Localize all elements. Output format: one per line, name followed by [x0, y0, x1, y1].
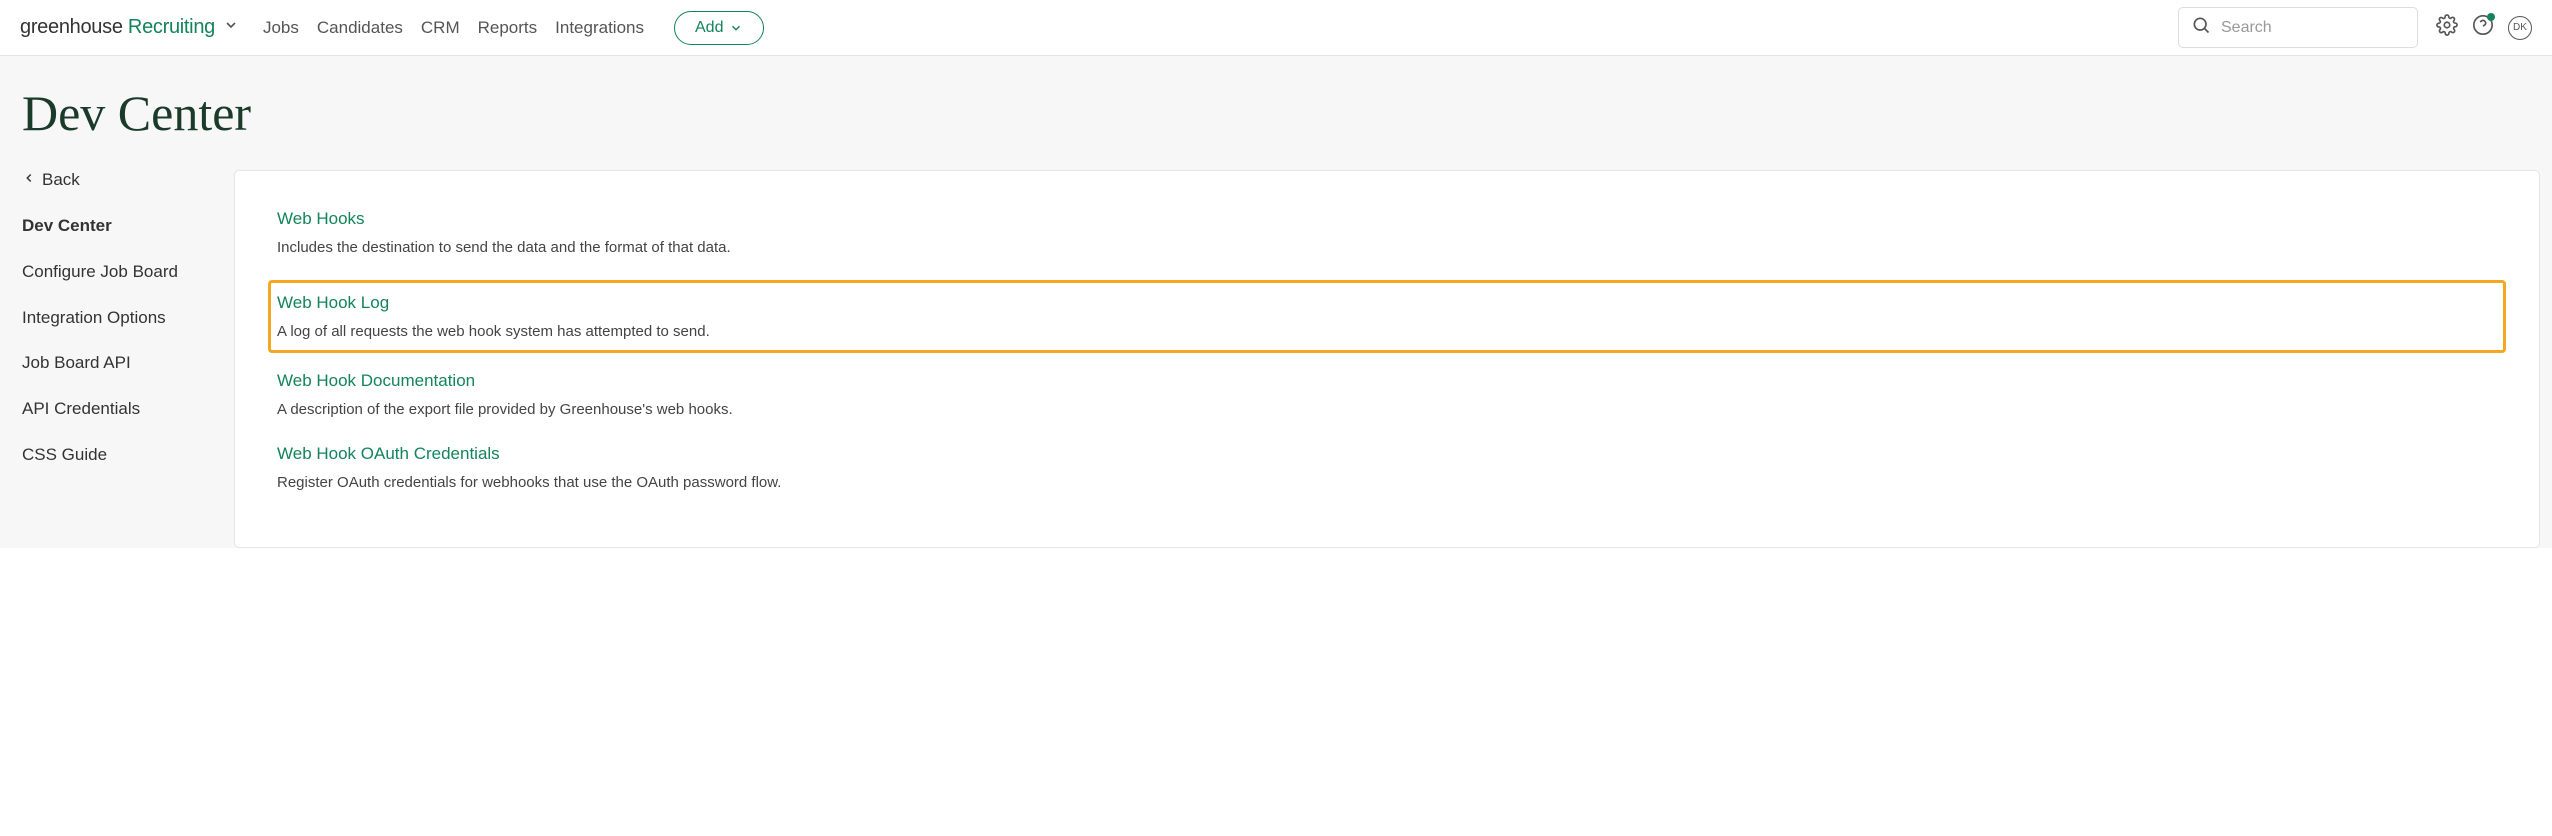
add-button-label: Add: [695, 19, 723, 37]
main-content: Web Hooks Includes the destination to se…: [234, 170, 2540, 548]
link-web-hook-documentation[interactable]: Web Hook Documentation: [277, 371, 475, 391]
sidebar-item-dev-center[interactable]: Dev Center: [22, 214, 222, 238]
section-web-hook-documentation: Web Hook Documentation A description of …: [277, 371, 2497, 418]
section-web-hooks: Web Hooks Includes the destination to se…: [277, 209, 2497, 256]
page-title: Dev Center: [0, 56, 2552, 170]
user-menu[interactable]: DK: [2508, 16, 2532, 40]
back-label: Back: [42, 170, 80, 190]
sidebar-item-configure-job-board[interactable]: Configure Job Board: [22, 260, 222, 284]
nav-integrations[interactable]: Integrations: [555, 18, 644, 38]
chevron-left-icon: [22, 170, 36, 190]
notification-dot-icon: [2487, 13, 2495, 21]
gear-icon: [2436, 14, 2458, 41]
link-web-hooks[interactable]: Web Hooks: [277, 209, 365, 229]
chevron-down-icon: [729, 21, 743, 35]
sidebar-item-css-guide[interactable]: CSS Guide: [22, 443, 222, 467]
avatar: DK: [2508, 16, 2532, 40]
logo-recruiting: Recruiting: [128, 16, 215, 38]
logo[interactable]: greenhouse Recruiting: [20, 16, 239, 39]
desc-web-hooks: Includes the destination to send the dat…: [277, 239, 2497, 256]
nav-jobs[interactable]: Jobs: [263, 18, 299, 38]
back-link[interactable]: Back: [22, 170, 222, 190]
header-icons: DK: [2436, 14, 2532, 41]
page-body: Dev Center Back Dev Center Configure Job…: [0, 56, 2552, 548]
top-navigation: greenhouse Recruiting Jobs Candidates CR…: [0, 0, 2552, 56]
content-row: Back Dev Center Configure Job Board Inte…: [0, 170, 2552, 548]
sidebar: Back Dev Center Configure Job Board Inte…: [22, 170, 222, 548]
nav-links: Jobs Candidates CRM Reports Integrations…: [263, 11, 765, 45]
logo-greenhouse: greenhouse: [20, 16, 123, 38]
desc-web-hook-log: A log of all requests the web hook syste…: [277, 323, 2497, 340]
chevron-down-icon[interactable]: [223, 17, 239, 38]
sidebar-item-api-credentials[interactable]: API Credentials: [22, 397, 222, 421]
desc-web-hook-oauth: Register OAuth credentials for webhooks …: [277, 474, 2497, 491]
search-input[interactable]: [2221, 19, 2405, 37]
nav-candidates[interactable]: Candidates: [317, 18, 403, 38]
help-button[interactable]: [2472, 14, 2494, 41]
nav-crm[interactable]: CRM: [421, 18, 460, 38]
link-web-hook-oauth[interactable]: Web Hook OAuth Credentials: [277, 444, 500, 464]
nav-reports[interactable]: Reports: [478, 18, 538, 38]
link-web-hook-log[interactable]: Web Hook Log: [277, 293, 389, 313]
settings-button[interactable]: [2436, 14, 2458, 41]
section-web-hook-oauth: Web Hook OAuth Credentials Register OAut…: [277, 444, 2497, 491]
search-icon: [2191, 15, 2211, 40]
search-box[interactable]: [2178, 7, 2418, 48]
section-web-hook-log-highlight: Web Hook Log A log of all requests the w…: [268, 280, 2506, 353]
add-button[interactable]: Add: [674, 11, 764, 45]
desc-web-hook-documentation: A description of the export file provide…: [277, 401, 2497, 418]
sidebar-item-integration-options[interactable]: Integration Options: [22, 306, 222, 330]
sidebar-item-job-board-api[interactable]: Job Board API: [22, 351, 222, 375]
